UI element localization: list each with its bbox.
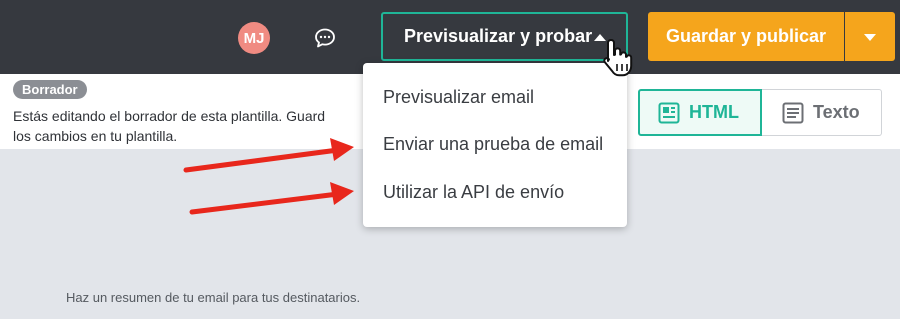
menu-item-send-test-email[interactable]: Enviar una prueba de email (383, 134, 603, 155)
save-options-dropdown-button[interactable] (845, 12, 895, 61)
preview-dropdown-menu: Previsualizar email Enviar una prueba de… (363, 63, 627, 227)
chevron-down-icon (864, 34, 876, 41)
save-button-label: Guardar y publicar (665, 26, 827, 46)
preview-button-label: Previsualizar y probar (404, 26, 593, 46)
menu-item-use-sending-api[interactable]: Utilizar la API de envío (383, 182, 564, 203)
hand-pointer-cursor-icon (603, 39, 633, 77)
annotation-arrows (183, 138, 354, 215)
text-view-toggle[interactable]: Texto (762, 89, 882, 136)
chat-bubble-icon[interactable] (313, 26, 337, 50)
red-arrow-icon (183, 138, 354, 173)
text-toggle-label: Texto (813, 102, 860, 122)
html-view-toggle[interactable]: HTML (638, 89, 762, 136)
html-toggle-label: HTML (689, 102, 739, 122)
html-layout-icon (658, 102, 680, 123)
text-document-icon (782, 102, 804, 123)
preview-and-test-button[interactable]: Previsualizar y probar (381, 12, 628, 61)
save-and-publish-button[interactable]: Guardar y publicar (648, 12, 844, 61)
draft-badge: Borrador (13, 80, 87, 99)
user-avatar[interactable]: MJ (238, 22, 270, 54)
red-arrow-icon (189, 182, 354, 215)
summary-hint-text: Haz un resumen de tu email para tus dest… (66, 290, 361, 305)
menu-item-preview-email[interactable]: Previsualizar email (383, 87, 534, 108)
